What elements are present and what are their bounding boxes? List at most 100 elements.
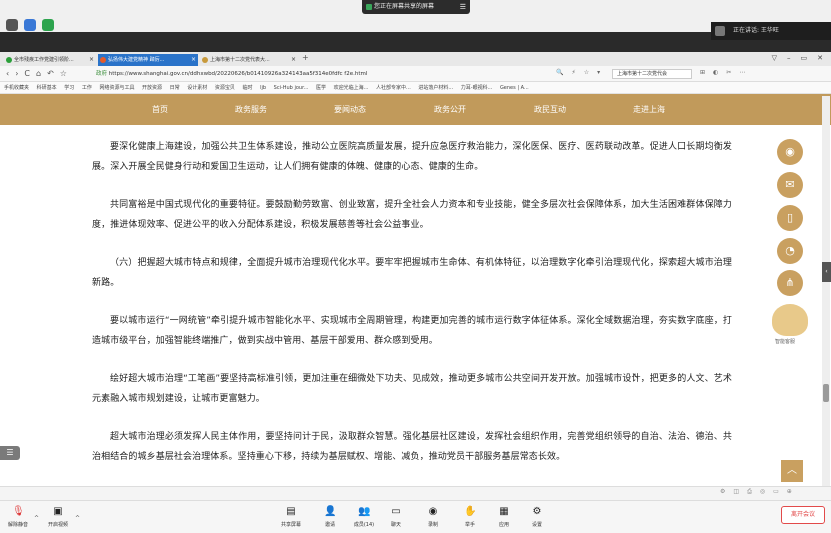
- mobile-icon[interactable]: ▯: [777, 205, 803, 231]
- maximize-icon[interactable]: ▭: [801, 54, 808, 62]
- info-icon[interactable]: [6, 19, 18, 31]
- raise-hand-button[interactable]: ✋ 举手: [456, 506, 484, 528]
- back-to-top-button[interactable]: ︿: [781, 460, 803, 482]
- mail-icon[interactable]: ✉: [777, 172, 803, 198]
- settings-label: 设置: [531, 522, 542, 528]
- nav-disclosure[interactable]: 政务公开: [434, 104, 466, 115]
- assistant-mascot-icon[interactable]: [772, 304, 808, 336]
- tab-close-icon[interactable]: ×: [89, 54, 94, 66]
- close-icon[interactable]: ✕: [817, 54, 823, 62]
- forward-icon[interactable]: ›: [15, 69, 18, 78]
- tab-list-icon[interactable]: ▽: [772, 54, 777, 62]
- bookmark-item[interactable]: 手机收藏夹: [4, 85, 29, 91]
- status-icon[interactable]: ⊕: [787, 488, 792, 496]
- bookmark-item[interactable]: Genes | A...: [500, 85, 529, 91]
- status-icon[interactable]: ⚙: [720, 488, 725, 496]
- search-icon[interactable]: 🔍: [556, 69, 563, 76]
- bookmark-item[interactable]: 医学: [316, 85, 326, 91]
- bookmark-item[interactable]: 进站落户材料...: [418, 85, 453, 91]
- theme-icon[interactable]: ◐: [713, 69, 718, 76]
- browser-tab-strip: 全市残疾工作党建引领阶... × 弘扬伟大建党精神 踔厉... × 上海市第十二…: [0, 52, 831, 66]
- address-bar-row: ‹ › C ⌂ ↶ ☆ 政府 https://www.shanghai.gov.…: [0, 66, 831, 82]
- minimize-icon[interactable]: –: [787, 54, 791, 62]
- nav-about[interactable]: 走进上海: [633, 104, 665, 115]
- video-options-chevron-icon[interactable]: ^: [75, 515, 80, 522]
- bookmark-item[interactable]: 设计素材: [187, 85, 207, 91]
- status-icon[interactable]: ◫: [733, 488, 739, 496]
- bookmark-item[interactable]: 学习: [64, 85, 74, 91]
- browser-tab-active[interactable]: 弘扬伟大建党精神 踔厉... ×: [98, 54, 198, 66]
- bookmark-item[interactable]: 力耳-眼视科...: [461, 85, 493, 91]
- bookmark-item[interactable]: 人社部专家中...: [376, 85, 411, 91]
- settings-button[interactable]: ⚙ 设置: [523, 506, 551, 528]
- shield-icon[interactable]: [24, 19, 36, 31]
- status-icon[interactable]: ◎: [760, 488, 765, 496]
- start-video-button[interactable]: ▣ 开启视频: [44, 506, 72, 528]
- video-label: 开启视频: [47, 522, 68, 528]
- audio-options-chevron-icon[interactable]: ^: [34, 515, 39, 522]
- bookmark-item[interactable]: 开放资源: [142, 85, 162, 91]
- nav-interaction[interactable]: 政民互动: [534, 104, 566, 115]
- new-tab-button[interactable]: +: [302, 53, 309, 62]
- home-icon[interactable]: ⌂: [36, 69, 41, 78]
- bookmark-item[interactable]: 工作: [82, 85, 92, 91]
- nav-news[interactable]: 要闻动态: [334, 104, 366, 115]
- security-badge[interactable]: 政府: [96, 71, 107, 77]
- screenshot-icon[interactable]: ✂: [726, 69, 731, 76]
- back-icon[interactable]: ‹: [6, 69, 9, 78]
- share-screen-button[interactable]: ▤ 共享屏幕: [277, 506, 305, 528]
- apps-grid-icon: ▦: [499, 506, 509, 517]
- bookmarks-bar: 手机收藏夹 科研基本 学习 工作 网络资源与工具 开放资源 日常 设计素材 资源…: [0, 82, 831, 94]
- article-paragraph: （六）把握超大城市特点和规律，全面提升城市治理现代化水平。要牢牢把握城市生命体、…: [92, 258, 732, 288]
- url-field[interactable]: 政府 https://www.shanghai.gov.cn/ddhxwbd/2…: [96, 69, 546, 79]
- members-button[interactable]: 👥 成员(14): [350, 506, 378, 528]
- share-status-text: 您正在屏幕共享的屏幕: [374, 3, 435, 10]
- bookmark-item[interactable]: 临时: [242, 85, 252, 91]
- apps-button[interactable]: ▦ 应用: [490, 506, 518, 528]
- rss-icon[interactable]: ◔: [777, 238, 803, 264]
- leave-meeting-button[interactable]: 离开会议: [781, 506, 825, 524]
- more-icon[interactable]: ⋯: [739, 69, 745, 76]
- wechat-icon[interactable]: ◉: [777, 139, 803, 165]
- screen-share-indicator[interactable]: 您正在屏幕共享的屏幕 ☰: [362, 0, 470, 14]
- favorite-icon[interactable]: ☆: [584, 69, 589, 76]
- bookmark-item[interactable]: 欢迎光临上海...: [334, 85, 369, 91]
- undo-icon[interactable]: ↶: [47, 69, 54, 78]
- status-icon[interactable]: ⎙: [747, 488, 752, 496]
- menu-list-button[interactable]: ☰: [0, 446, 20, 460]
- tab-close-icon[interactable]: ×: [291, 54, 296, 66]
- bookmark-item[interactable]: 日常: [170, 85, 180, 91]
- share-options-icon[interactable]: ☰: [460, 0, 466, 14]
- chat-button[interactable]: ▭ 聊天: [382, 506, 410, 528]
- raise-hand-label: 举手: [464, 522, 475, 528]
- browser-tab[interactable]: 上海市第十二次党代表大... ×: [200, 54, 298, 66]
- collapse-panel-button[interactable]: ‹: [822, 262, 831, 282]
- bookmark-item[interactable]: 网络资源与工具: [99, 85, 134, 91]
- vertical-scrollbar[interactable]: [822, 96, 830, 486]
- share-label: 共享屏幕: [280, 522, 301, 528]
- dropdown-icon[interactable]: ▾: [597, 69, 600, 76]
- status-bar-icons: ⚙ ◫ ⎙ ◎ ▭ ⊕: [720, 488, 792, 496]
- bookmark-item[interactable]: Sci-Hub jour...: [274, 85, 309, 91]
- reload-icon[interactable]: C: [24, 69, 30, 78]
- invite-button[interactable]: 👤 邀请: [316, 506, 344, 528]
- nav-services[interactable]: 政务服务: [235, 104, 267, 115]
- star-icon[interactable]: ☆: [60, 69, 67, 78]
- share-icon[interactable]: ⋔: [777, 270, 803, 296]
- bookmark-item[interactable]: ljb: [260, 85, 266, 91]
- tab-close-icon[interactable]: ×: [191, 54, 196, 66]
- unmute-button[interactable]: 🎙 解除静音: [4, 506, 32, 528]
- bookmark-item[interactable]: 资源宝贝: [215, 85, 235, 91]
- browser-tab[interactable]: 全市残疾工作党建引领阶... ×: [4, 54, 96, 66]
- signal-icon[interactable]: [42, 19, 54, 31]
- search-input[interactable]: 上海市第十二次党代会: [612, 69, 692, 79]
- lightning-icon[interactable]: ⚡: [571, 69, 575, 76]
- nav-home[interactable]: 首页: [152, 104, 168, 115]
- assistant-label[interactable]: 智能客服: [775, 338, 795, 345]
- status-icon[interactable]: ▭: [773, 488, 779, 496]
- bookmark-item[interactable]: 科研基本: [37, 85, 57, 91]
- apps-icon[interactable]: ⊞: [700, 69, 705, 76]
- browser-status-bar: [0, 486, 831, 500]
- scrollbar-thumb[interactable]: [823, 384, 829, 402]
- record-button[interactable]: ◉ 录制: [419, 506, 447, 528]
